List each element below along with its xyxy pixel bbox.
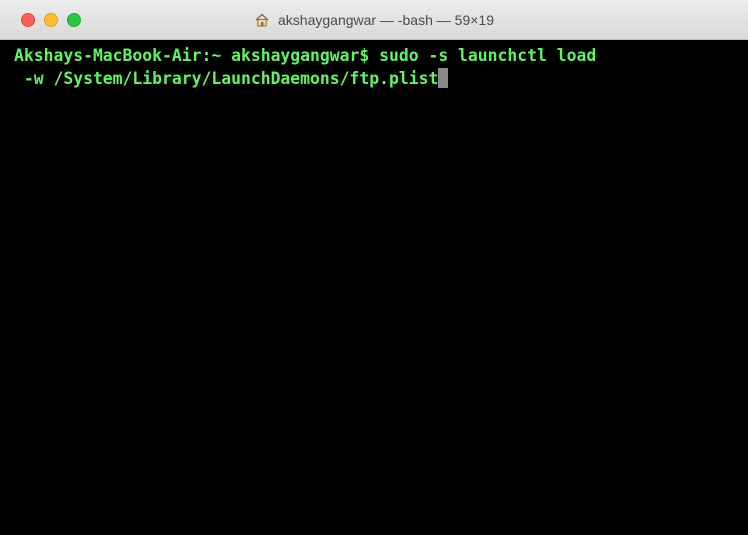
terminal-line-2-text: -w /System/Library/LaunchDaemons/ftp.pli… xyxy=(14,69,439,88)
terminal-line-1: Akshays-MacBook-Air:~ akshaygangwar$ sud… xyxy=(14,46,597,65)
title-bar[interactable]: akshaygangwar — -bash — 59×19 xyxy=(0,0,748,40)
window-title-area: akshaygangwar — -bash — 59×19 xyxy=(0,0,748,40)
terminal-window: akshaygangwar — -bash — 59×19 Akshays-Ma… xyxy=(0,0,748,535)
text-cursor xyxy=(438,68,449,88)
home-icon xyxy=(255,13,269,27)
terminal-content[interactable]: Akshays-MacBook-Air:~ akshaygangwar$ sud… xyxy=(0,40,748,535)
window-title: akshaygangwar — -bash — 59×19 xyxy=(278,12,494,28)
terminal-line-2: -w /System/Library/LaunchDaemons/ftp.pli… xyxy=(14,67,748,90)
